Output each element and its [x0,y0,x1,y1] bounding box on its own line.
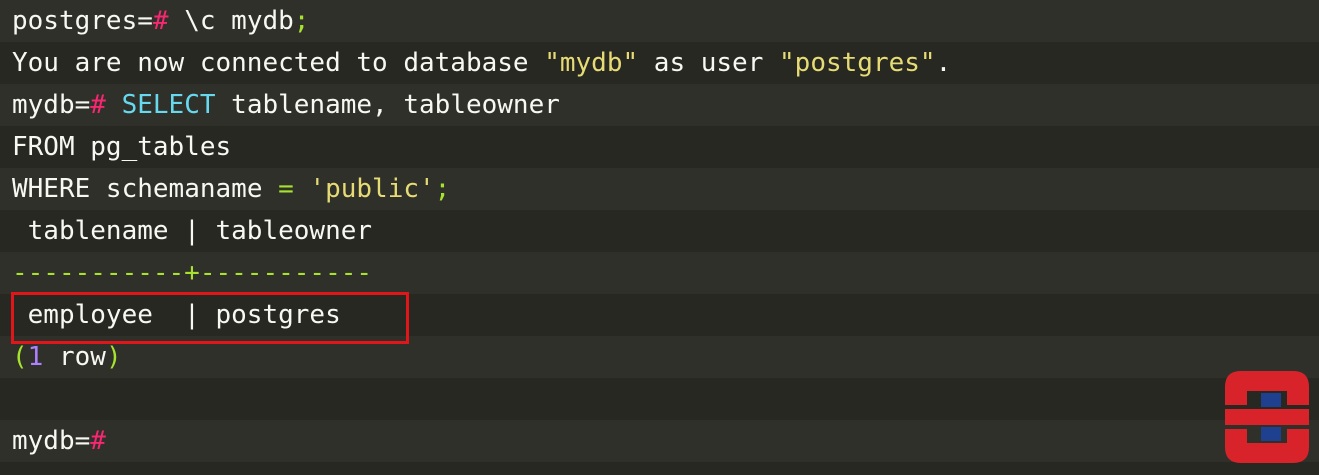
prompt-hash: # [90,426,106,456]
result-header: tablename | tableowner [12,210,372,252]
prompt-hash: # [90,90,106,120]
message-text: as user [638,48,780,78]
sql-keyword: WHERE [12,174,91,204]
prompt-hash: # [152,6,169,36]
message-end: . [935,48,952,78]
terminal-line-select: mydb=# SELECT tablename, tableowner [12,84,560,126]
row-count-number: 1 [27,342,44,372]
sql-operator: = [278,174,294,204]
terminal-line-connected-msg: You are now connected to database "mydb"… [12,42,951,84]
result-separator: -----------+----------- [12,252,372,294]
separator-text: -----------+----------- [12,258,373,288]
semicolon: ; [434,174,451,204]
paren-open: ( [12,342,28,372]
sql-keyword: SELECT [105,90,216,120]
terminal-line-where: WHERE schemaname = 'public'; [12,168,450,210]
terminal-line-connect-cmd: postgres=# \c mydb; [12,0,309,42]
sql-text: FROM pg_tables [12,132,232,162]
terminal-line-from: FROM pg_tables [12,126,231,168]
result-header-text: tablename | tableowner [12,216,373,246]
highlight-box [11,292,409,344]
terminal-window[interactable]: postgres=# \c mydb; You are now connecte… [0,0,1319,468]
message-text: You are now connected to database [12,48,545,78]
prompt: postgres= [12,6,153,36]
command-text: \c mydb [168,6,294,36]
sql-text: schemaname [90,174,279,204]
prompt: mydb= [12,90,91,120]
sb-logo-icon [1217,365,1317,468]
database-name: "mydb" [544,48,639,78]
sql-text: tablename, tableowner [215,90,560,120]
row-band [0,420,1319,462]
terminal-line-prompt[interactable]: mydb=# [12,420,106,462]
user-name: "postgres" [779,48,936,78]
semicolon: ; [293,6,310,36]
sql-string: 'public' [309,174,435,204]
prompt: mydb= [12,426,91,456]
paren-close: ) [105,342,122,372]
row-count-text: row [43,342,106,372]
